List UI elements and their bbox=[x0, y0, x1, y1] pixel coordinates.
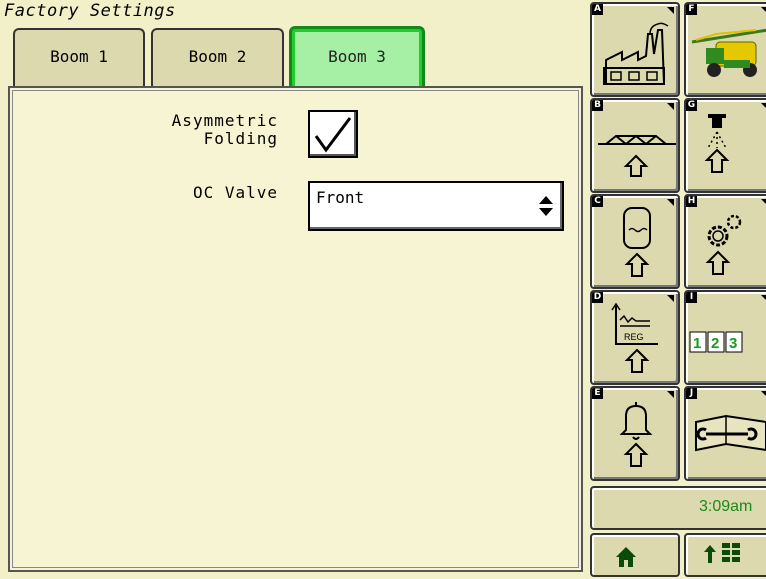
section-numbers-icon: 1 2 3 bbox=[689, 331, 743, 353]
manual-wrench-icon bbox=[695, 414, 766, 452]
nozzle-spray-icon bbox=[704, 114, 730, 173]
home-icon bbox=[616, 547, 636, 567]
boom-icon bbox=[598, 134, 676, 177]
clock-time: 3:09am bbox=[699, 498, 753, 515]
oc-valve-select[interactable]: Front bbox=[308, 181, 564, 231]
sidebar-button-g[interactable]: G bbox=[684, 98, 766, 193]
asymmetric-folding-label: Asymmetric Folding bbox=[171, 111, 278, 148]
up-down-arrows-icon bbox=[539, 196, 553, 216]
reg-chart-icon: REG bbox=[611, 302, 658, 373]
asymmetric-folding-checkbox[interactable] bbox=[308, 110, 358, 158]
sidebar-button-i[interactable]: I 1 2 3 bbox=[684, 290, 766, 385]
page-title: Factory Settings bbox=[4, 1, 176, 21]
section-number: 1 bbox=[693, 335, 701, 352]
sprayer-machine-icon bbox=[691, 28, 766, 77]
oc-valve-label: OC Valve bbox=[192, 183, 278, 202]
oc-valve-value: Front bbox=[316, 188, 365, 207]
sidebar-button-b[interactable]: B bbox=[590, 98, 680, 193]
tab-boom-3[interactable]: Boom 3 bbox=[289, 26, 425, 88]
up-arrow-grid-icon bbox=[704, 543, 740, 563]
clock-bar: 3:09am bbox=[590, 486, 766, 530]
menu-button[interactable] bbox=[684, 533, 766, 577]
sidebar-button-f[interactable]: F bbox=[684, 2, 766, 97]
checkmark-icon bbox=[314, 117, 352, 153]
tab-label: Boom 3 bbox=[328, 47, 386, 66]
sidebar-button-j[interactable]: J bbox=[684, 386, 766, 481]
alarm-bell-icon bbox=[619, 402, 653, 467]
section-number: 2 bbox=[711, 335, 719, 352]
tank-icon bbox=[623, 207, 651, 277]
home-button[interactable] bbox=[590, 533, 680, 577]
sidebar-button-d[interactable]: D REG bbox=[590, 290, 680, 385]
tab-label: Boom 1 bbox=[50, 46, 108, 66]
settings-panel bbox=[8, 86, 583, 572]
sidebar-button-h[interactable]: H bbox=[684, 194, 766, 289]
section-number: 3 bbox=[729, 335, 737, 352]
reg-text: REG bbox=[624, 332, 644, 342]
sidebar-button-a[interactable]: A bbox=[590, 2, 680, 97]
sidebar-button-e[interactable]: E bbox=[590, 386, 680, 481]
tab-label: Boom 2 bbox=[188, 46, 247, 66]
sidebar-button-c[interactable]: C bbox=[590, 194, 680, 289]
tab-boom-2[interactable]: Boom 2 bbox=[151, 28, 284, 86]
factory-icon bbox=[603, 22, 669, 85]
tab-boom-1[interactable]: Boom 1 bbox=[13, 28, 145, 86]
gears-icon bbox=[705, 214, 742, 275]
